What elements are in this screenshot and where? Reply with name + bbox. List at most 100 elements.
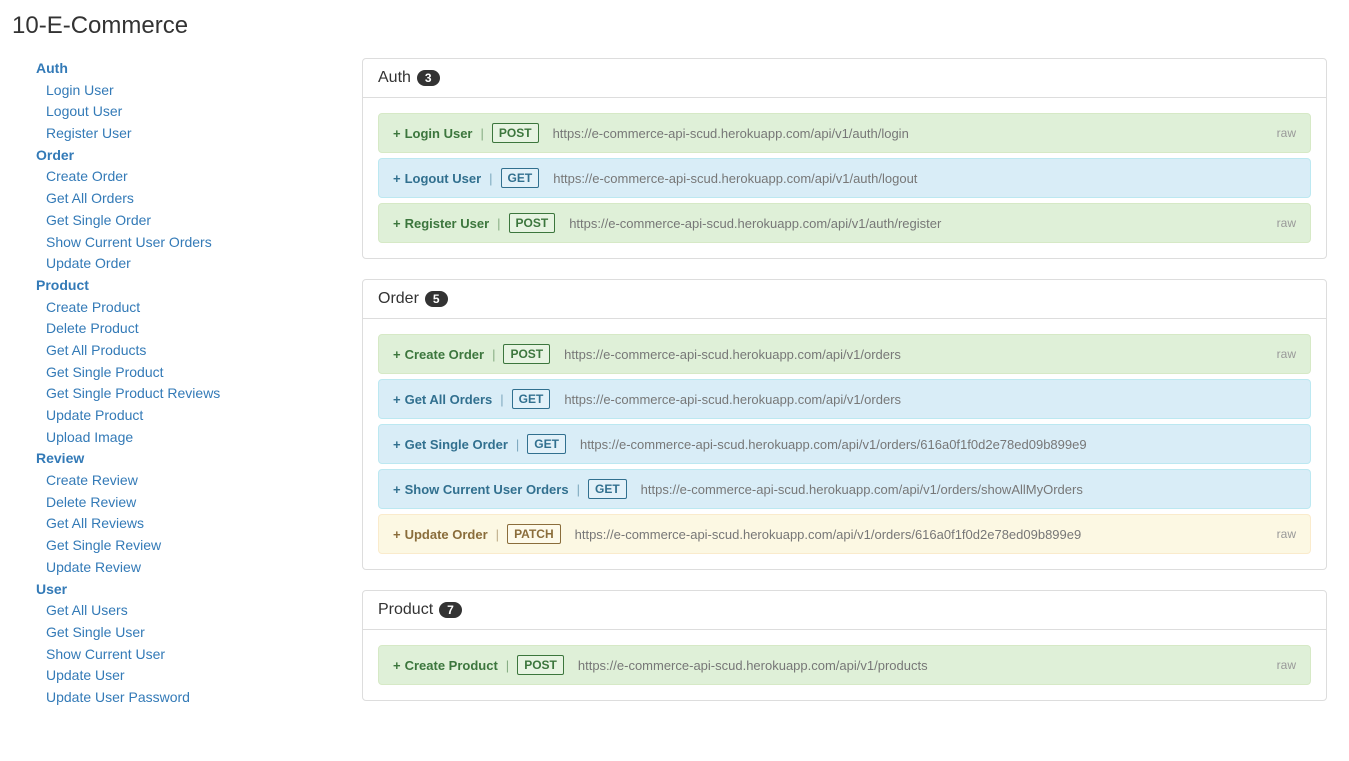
endpoint-name[interactable]: Show Current User Orders <box>405 482 569 497</box>
nav-group-title[interactable]: User <box>36 579 362 601</box>
count-badge: 5 <box>425 291 448 307</box>
method-badge: GET <box>527 434 566 454</box>
separator: | <box>506 658 509 673</box>
sidebar-nav: AuthLogin UserLogout UserRegister UserOr… <box>12 58 362 721</box>
separator: | <box>500 392 503 407</box>
endpoint-url: https://e-commerce-api-scud.herokuapp.co… <box>578 658 928 673</box>
nav-item[interactable]: Update Product <box>36 405 362 427</box>
panel-heading[interactable]: Product7 <box>363 591 1326 630</box>
method-badge: PATCH <box>507 524 561 544</box>
nav-item[interactable]: Upload Image <box>36 427 362 449</box>
expand-icon[interactable]: + <box>393 216 401 231</box>
main-content: Auth3 + Login User | POST https://e-commerce-… <box>362 58 1337 721</box>
separator: | <box>489 171 492 186</box>
section-title: Order <box>378 290 419 308</box>
separator: | <box>492 347 495 362</box>
nav-item[interactable]: Get Single Product Reviews <box>36 383 362 405</box>
nav-item[interactable]: Update Review <box>36 557 362 579</box>
expand-icon[interactable]: + <box>393 527 401 542</box>
nav-item[interactable]: Update User Password <box>36 687 362 709</box>
endpoint-row[interactable]: + Login User | POST https://e-commerce-api-s… <box>378 113 1311 153</box>
nav-item[interactable]: Delete Review <box>36 492 362 514</box>
method-badge: POST <box>509 213 556 233</box>
endpoint-url: https://e-commerce-api-scud.herokuapp.co… <box>641 482 1083 497</box>
panel-body: + Login User | POST https://e-commerce-api-s… <box>363 98 1326 258</box>
endpoint-row[interactable]: + Get Single Order | GET https://e-commerce-… <box>378 424 1311 464</box>
nav-group-title[interactable]: Order <box>36 145 362 167</box>
nav-item[interactable]: Get All Products <box>36 340 362 362</box>
count-badge: 3 <box>417 70 440 86</box>
nav-item[interactable]: Show Current User <box>36 644 362 666</box>
expand-icon[interactable]: + <box>393 437 401 452</box>
page-title: 10-E-Commerce <box>12 12 1337 40</box>
method-badge: GET <box>588 479 627 499</box>
api-section-panel: Auth3 + Login User | POST https://e-commerce-… <box>362 58 1327 259</box>
endpoint-url: https://e-commerce-api-scud.herokuapp.co… <box>580 437 1087 452</box>
nav-item[interactable]: Get Single Product <box>36 362 362 384</box>
endpoint-row[interactable]: + Logout User | GET https://e-commerce-api-s… <box>378 158 1311 198</box>
expand-icon[interactable]: + <box>393 482 401 497</box>
expand-icon[interactable]: + <box>393 392 401 407</box>
endpoint-url: https://e-commerce-api-scud.herokuapp.co… <box>564 392 901 407</box>
raw-link[interactable]: raw <box>1277 126 1296 140</box>
endpoint-row[interactable]: + Create Product | POST https://e-commerce-a… <box>378 645 1311 685</box>
nav-item[interactable]: Get Single User <box>36 622 362 644</box>
nav-item[interactable]: Get All Reviews <box>36 513 362 535</box>
nav-item[interactable]: Update Order <box>36 253 362 275</box>
expand-icon[interactable]: + <box>393 658 401 673</box>
raw-link[interactable]: raw <box>1277 658 1296 672</box>
nav-group-title[interactable]: Auth <box>36 58 362 80</box>
nav-item[interactable]: Update User <box>36 665 362 687</box>
nav-item[interactable]: Create Product <box>36 297 362 319</box>
endpoint-url: https://e-commerce-api-scud.herokuapp.co… <box>553 126 909 141</box>
nav-item[interactable]: Create Review <box>36 470 362 492</box>
nav-item[interactable]: Show Current User Orders <box>36 232 362 254</box>
expand-icon[interactable]: + <box>393 126 401 141</box>
endpoint-name[interactable]: Logout User <box>405 171 482 186</box>
panel-body: + Create Product | POST https://e-commerce-a… <box>363 630 1326 700</box>
endpoint-name[interactable]: Login User <box>405 126 473 141</box>
separator: | <box>481 126 484 141</box>
api-section-panel: Order 5 + Create Order | POST https://e-commer… <box>362 279 1327 570</box>
panel-heading[interactable]: Order 5 <box>363 280 1326 319</box>
method-badge: GET <box>501 168 540 188</box>
nav-item[interactable]: Delete Product <box>36 318 362 340</box>
api-section-panel: Product7 + Create Product | POST https://e-co… <box>362 590 1327 701</box>
expand-icon[interactable]: + <box>393 347 401 362</box>
endpoint-row[interactable]: +Register User|POSThttps://e-commerce-ap… <box>378 203 1311 243</box>
expand-icon[interactable]: + <box>393 171 401 186</box>
nav-item[interactable]: Logout User <box>36 101 362 123</box>
endpoint-row[interactable]: + Show Current User Orders | GET https://e-c… <box>378 469 1311 509</box>
nav-item[interactable]: Get All Users <box>36 600 362 622</box>
nav-group-title[interactable]: Review <box>36 448 362 470</box>
method-badge: POST <box>503 344 550 364</box>
endpoint-name[interactable]: Update Order <box>405 527 488 542</box>
raw-link[interactable]: raw <box>1277 347 1296 361</box>
raw-link[interactable]: raw <box>1277 527 1296 541</box>
separator: | <box>516 437 519 452</box>
endpoint-row[interactable]: +Update Order|PATCHhttps://e-commerce-ap… <box>378 514 1311 554</box>
endpoint-name[interactable]: Create Order <box>405 347 484 362</box>
panel-heading[interactable]: Auth3 <box>363 59 1326 98</box>
separator: | <box>496 527 499 542</box>
endpoint-name[interactable]: Get All Orders <box>405 392 493 407</box>
endpoint-name[interactable]: Get Single Order <box>405 437 508 452</box>
raw-link[interactable]: raw <box>1277 216 1296 230</box>
panel-body: + Create Order | POST https://e-commerce-api… <box>363 319 1326 569</box>
nav-item[interactable]: Login User <box>36 80 362 102</box>
nav-item[interactable]: Get Single Order <box>36 210 362 232</box>
nav-item[interactable]: Get Single Review <box>36 535 362 557</box>
nav-item[interactable]: Get All Orders <box>36 188 362 210</box>
nav-item[interactable]: Register User <box>36 123 362 145</box>
method-badge: POST <box>492 123 539 143</box>
nav-item[interactable]: Create Order <box>36 166 362 188</box>
endpoint-name[interactable]: Create Product <box>405 658 498 673</box>
separator: | <box>577 482 580 497</box>
endpoint-url: https://e-commerce-api-scud.herokuapp.co… <box>569 216 941 231</box>
endpoint-url: https://e-commerce-api-scud.herokuapp.co… <box>553 171 917 186</box>
endpoint-row[interactable]: +Get All Orders|GEThttps://e-commerce-ap… <box>378 379 1311 419</box>
endpoint-name[interactable]: Register User <box>405 216 490 231</box>
method-badge: POST <box>517 655 564 675</box>
endpoint-row[interactable]: +Create Order|POSThttps://e-commerce-api… <box>378 334 1311 374</box>
nav-group-title[interactable]: Product <box>36 275 362 297</box>
